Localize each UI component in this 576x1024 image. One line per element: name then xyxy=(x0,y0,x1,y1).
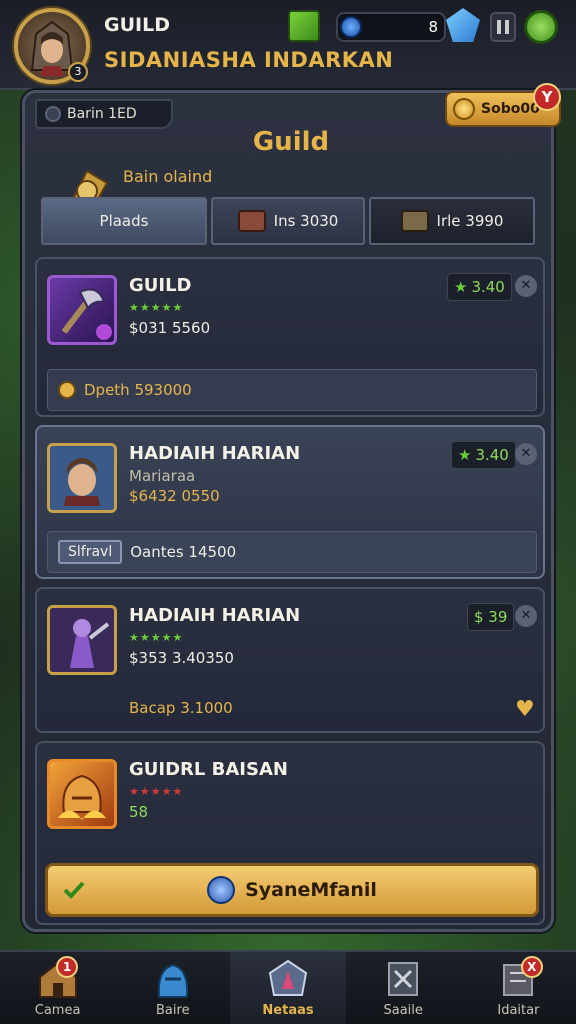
close-icon[interactable]: ✕ xyxy=(515,605,537,627)
wooden-chest-icon xyxy=(400,210,429,232)
card-value: 58 xyxy=(129,803,149,821)
coin-button-label: Sobo00 xyxy=(481,101,540,117)
tab-ins[interactable]: Ins 3030 xyxy=(211,197,365,245)
guild-card-2[interactable]: HADIAIH HARIAN Mariaraa $6432 0550 ★ 3.4… xyxy=(35,425,545,579)
hero-portrait-icon xyxy=(50,446,114,510)
card-value: $031 5560 xyxy=(129,319,211,337)
guild-card-3[interactable]: HADIAIH HARIAN ★★★★★ $353 3.40350 $ 39 ✕… xyxy=(35,587,545,733)
claim-button-label: SyaneMfanil xyxy=(245,879,377,901)
guild-card-4[interactable]: GUIDRL BAISAN ★★★★★ 58 SyaneMfanil xyxy=(35,741,545,925)
card-icon xyxy=(47,605,117,675)
card-footer-text: Oantes 14500 xyxy=(130,543,237,561)
notification-badge[interactable]: Y xyxy=(533,83,561,111)
blue-gem-icon xyxy=(207,876,236,904)
card-footer-text: Bacap 3.1000 xyxy=(129,699,233,717)
tab-dot-icon xyxy=(45,106,61,122)
resource-value: 8 xyxy=(428,18,438,36)
battle-scroll-icon xyxy=(388,962,419,996)
card-name: HADIAIH HARIAN xyxy=(129,443,301,464)
card-icon xyxy=(47,443,117,513)
green-coin-icon[interactable] xyxy=(524,10,558,44)
gold-coin-icon xyxy=(58,381,76,399)
gold-coin-icon xyxy=(453,98,475,120)
card-score: ★ 3.40 xyxy=(451,441,516,469)
guild-card-1[interactable]: GUILD ★★★★★ $031 5560 ★ 3.40 ✕ Dpeth 593… xyxy=(35,257,545,417)
bottom-navigation: 1 Camea Baire Netaas Saaile X Idaitar xyxy=(0,950,576,1024)
nav-label: Idaitar xyxy=(497,1003,540,1018)
tab-plaads-label: Plaads xyxy=(99,212,149,230)
guild-crest-icon xyxy=(268,959,308,996)
close-icon[interactable]: ✕ xyxy=(515,275,537,297)
knight-helmet-icon xyxy=(157,963,189,998)
fire-helmet-icon xyxy=(58,774,106,820)
checkmark-icon xyxy=(63,881,85,899)
nav-badge: X xyxy=(520,956,543,978)
blue-orb-icon xyxy=(340,16,362,38)
pause-button[interactable] xyxy=(490,12,516,42)
nav-baire[interactable]: Baire xyxy=(115,952,230,1024)
claim-reward-button[interactable]: SyaneMfanil xyxy=(45,863,539,917)
card-name: GUILD xyxy=(129,275,192,296)
card-name: HADIAIH HARIAN xyxy=(129,605,301,626)
nav-label: Baire xyxy=(156,1003,190,1018)
close-icon[interactable]: ✕ xyxy=(515,443,537,465)
panel-title: Guild xyxy=(252,127,330,157)
card-value: $353 3.40350 xyxy=(129,649,234,667)
green-gem-icon[interactable] xyxy=(288,10,320,42)
tab-plaads[interactable]: Plaads xyxy=(41,197,207,245)
card-stars: ★★★★★ xyxy=(129,631,184,644)
tab-ins-label: Ins 3030 xyxy=(273,212,339,230)
top-bar: 3 GUILD SIDANIASHA INDARKAN 8 xyxy=(0,0,576,90)
player-title: SIDANIASHA INDARKAN xyxy=(104,48,394,72)
guild-emblem-text: Bain olaind xyxy=(123,167,213,186)
player-name: GUILD xyxy=(104,14,170,36)
card-score: ★ 3.40 xyxy=(447,273,512,301)
heart-chevron-icon[interactable]: ♥ xyxy=(515,697,535,722)
card-footer: Dpeth 593000 xyxy=(47,369,537,411)
star-icon: ★ xyxy=(454,278,468,296)
card-icon xyxy=(47,759,117,829)
nav-label: Saaile xyxy=(383,1003,423,1018)
card-stars: ★★★★★ xyxy=(129,785,184,798)
guild-panel: Barin 1ED Sobo00 Y Guild Bain olaind Pla… xyxy=(22,83,561,932)
card-score-value: 3.40 xyxy=(475,446,509,464)
nav-camea[interactable]: 1 Camea xyxy=(0,952,115,1024)
card-score-value: 3.40 xyxy=(471,278,505,296)
nav-badge: 1 xyxy=(56,956,78,978)
card-score: $ 39 xyxy=(467,603,515,631)
avatar-level-badge: 3 xyxy=(68,62,88,82)
card-icon xyxy=(47,275,117,345)
card-footer: Slfravl Oantes 14500 xyxy=(47,531,537,573)
resource-counter[interactable]: 8 xyxy=(336,12,446,42)
card-value: $6432 0550 xyxy=(129,487,220,505)
nav-label: Camea xyxy=(34,1003,81,1018)
nav-netaas[interactable]: Netaas xyxy=(230,952,346,1024)
purple-warrior-icon xyxy=(50,608,114,672)
tab-irle[interactable]: Irle 3990 xyxy=(369,197,535,245)
card-subtitle: Mariaraa xyxy=(129,467,196,485)
tab-irle-label: Irle 3990 xyxy=(436,212,504,230)
panel-tab[interactable]: Barin 1ED xyxy=(35,99,173,129)
nav-label: Netaas xyxy=(262,1003,314,1018)
red-chest-icon xyxy=(237,210,266,232)
blue-crystal-icon[interactable] xyxy=(446,8,480,42)
card-footer-badge[interactable]: Slfravl xyxy=(58,540,123,564)
star-icon: ★ xyxy=(458,446,472,464)
nav-saaile[interactable]: Saaile xyxy=(346,952,461,1024)
player-avatar[interactable]: 3 xyxy=(14,8,90,84)
card-footer-text: Dpeth 593000 xyxy=(84,381,192,399)
panel-tab-label: Barin 1ED xyxy=(67,106,137,122)
card-stars: ★★★★★ xyxy=(129,301,184,314)
nav-idaitar[interactable]: X Idaitar xyxy=(461,952,576,1024)
card-name: GUIDRL BAISAN xyxy=(129,759,288,780)
card-score-value: $ 39 xyxy=(474,608,508,626)
purple-axe-icon xyxy=(61,288,112,340)
